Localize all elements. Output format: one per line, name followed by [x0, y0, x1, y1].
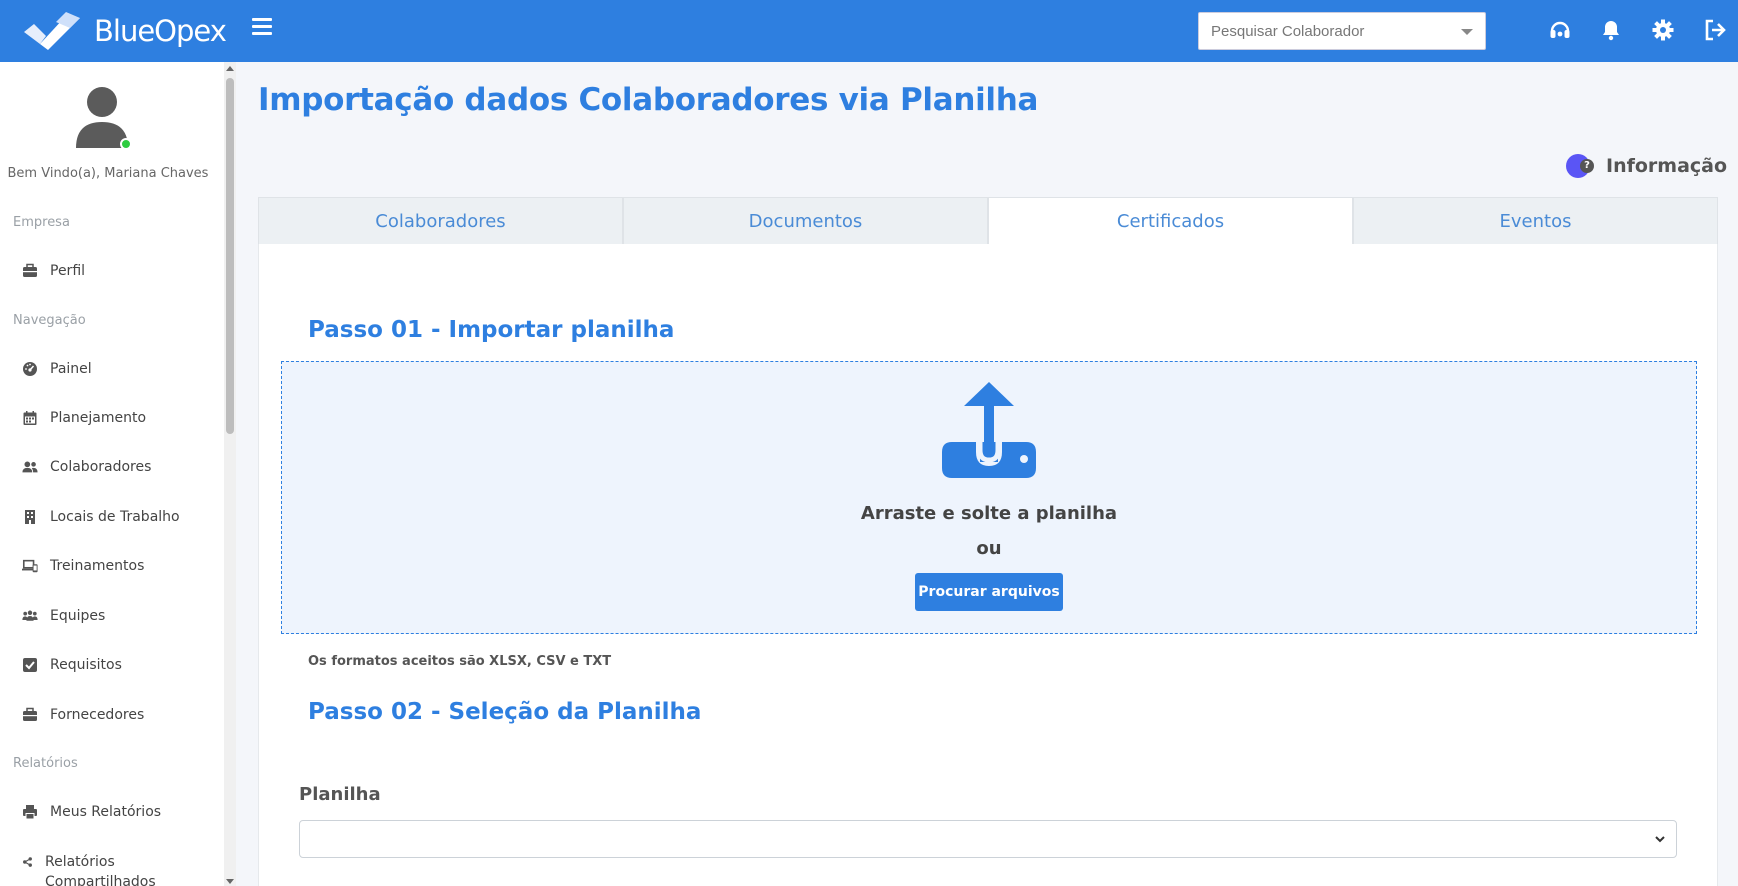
drop-instructions: Arraste e solte a planilha	[860, 503, 1118, 524]
calendar-icon	[23, 411, 37, 425]
sidebar-item-label: Treinamentos	[50, 558, 145, 574]
menu-toggle-icon[interactable]	[252, 18, 272, 36]
sidebar-item-label: Equipes	[50, 608, 106, 624]
scroll-up-arrow-icon[interactable]	[226, 66, 234, 71]
laptop-mobile-icon	[22, 559, 38, 573]
sidebar-item-label: Perfil	[50, 263, 86, 279]
building-icon	[25, 510, 35, 524]
team-icon	[22, 610, 38, 621]
tab-colaboradores[interactable]: Colaboradores	[258, 197, 623, 245]
online-status-dot	[120, 138, 132, 150]
page-title: Importação dados Colaboradores via Plani…	[258, 82, 1039, 118]
gear-icon[interactable]	[1651, 18, 1675, 42]
scrollbar-thumb[interactable]	[226, 78, 234, 434]
tab-certificados[interactable]: Certificados	[988, 197, 1353, 245]
sidebar-item-label: Meus Relatórios	[50, 804, 162, 820]
logout-icon[interactable]	[1703, 18, 1727, 42]
sheet-label: Planilha	[299, 784, 381, 805]
top-bar: BlueOpex Pesquisar Colaborador	[0, 0, 1738, 62]
briefcase-icon	[23, 707, 37, 721]
search-placeholder: Pesquisar Colaborador	[1211, 22, 1365, 40]
logo-mark-icon	[24, 12, 80, 50]
accepted-formats-text: Os formatos aceitos são XLSX, CSV e TXT	[308, 654, 612, 669]
chevron-down-icon	[1655, 836, 1665, 843]
brand-name: BlueOpex	[94, 14, 227, 48]
sidebar-item-meus-relatorios[interactable]: Meus Relatórios	[22, 804, 161, 820]
caret-down-icon	[1461, 29, 1473, 35]
sidebar-item-label: Colaboradores	[50, 459, 152, 475]
tab-eventos[interactable]: Eventos	[1353, 197, 1718, 245]
sidebar-item-painel[interactable]: Painel	[22, 361, 92, 377]
bell-icon[interactable]	[1599, 18, 1623, 42]
sidebar-item-planejamento[interactable]: Planejamento	[22, 410, 146, 426]
welcome-text: Bem Vindo(a), Mariana Chaves	[7, 166, 209, 181]
import-tabs: Colaboradores Documentos Certificados Ev…	[258, 197, 1718, 245]
sidebar-scrollbar[interactable]	[224, 62, 236, 886]
info-toggle[interactable]: ? Informação	[1566, 154, 1727, 178]
sheet-select[interactable]	[299, 820, 1677, 858]
sidebar-item-relatorios-compartilhados[interactable]: Relatórios Compartilhados	[22, 852, 172, 886]
dashboard-gauge-icon	[23, 362, 37, 376]
sidebar-item-requisitos[interactable]: Requisitos	[22, 657, 122, 673]
section-relatorios: Relatórios	[13, 756, 78, 771]
briefcase-icon	[23, 263, 37, 277]
sidebar-item-label: Planejamento	[50, 410, 147, 426]
headset-icon[interactable]	[1548, 18, 1572, 42]
users-icon	[22, 461, 38, 473]
browse-files-button[interactable]: Procurar arquivos	[915, 573, 1063, 611]
sidebar-item-locais[interactable]: Locais de Trabalho	[22, 509, 180, 525]
step-2-title: Passo 02 - Seleção da Planilha	[308, 699, 702, 725]
info-label: Informação	[1606, 155, 1728, 177]
file-dropzone[interactable]: Arraste e solte a planilha ou Procurar a…	[281, 361, 1697, 634]
collaborator-search-select[interactable]: Pesquisar Colaborador	[1198, 12, 1486, 50]
sidebar-item-label: Requisitos	[50, 657, 122, 673]
sidebar-item-fornecedores[interactable]: Fornecedores	[22, 707, 144, 723]
sidebar-item-equipes[interactable]: Equipes	[22, 608, 105, 624]
brand-logo[interactable]: BlueOpex	[22, 12, 227, 50]
sidebar-item-label: Painel	[50, 361, 92, 377]
upload-icon	[942, 382, 1036, 478]
or-text: ou	[976, 538, 1002, 559]
sidebar-item-label: Fornecedores	[50, 707, 145, 723]
sidebar-item-treinamentos[interactable]: Treinamentos	[22, 558, 144, 574]
sidebar-item-label: Locais de Trabalho	[50, 509, 180, 525]
step-1-title: Passo 01 - Importar planilha	[308, 317, 675, 343]
check-square-icon	[23, 658, 37, 672]
sidebar-item-label: Relatórios Compartilhados	[45, 854, 156, 886]
printer-icon	[23, 805, 37, 820]
scroll-down-arrow-icon[interactable]	[226, 879, 234, 884]
sidebar-item-perfil[interactable]: Perfil	[22, 263, 85, 279]
section-empresa: Empresa	[13, 215, 70, 230]
section-navegacao: Navegação	[13, 313, 86, 328]
info-icon: ?	[1566, 154, 1594, 178]
tab-documentos[interactable]: Documentos	[623, 197, 988, 245]
sidebar-item-colaboradores[interactable]: Colaboradores	[22, 459, 151, 475]
share-icon	[23, 857, 32, 867]
